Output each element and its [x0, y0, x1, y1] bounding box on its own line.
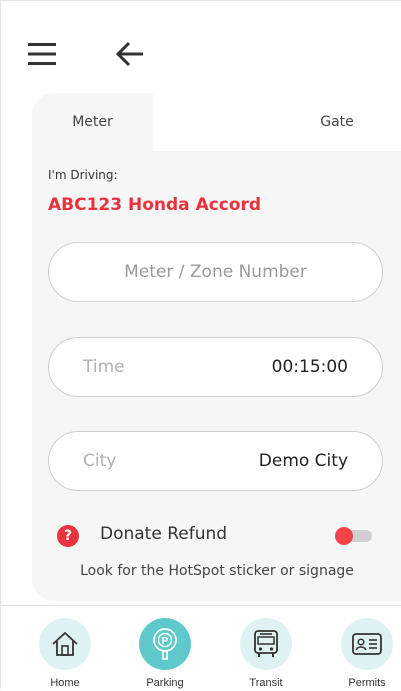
- home-icon: [39, 618, 91, 670]
- nav-item-parking[interactable]: P Parking: [125, 606, 205, 691]
- donate-refund-label: Donate Refund: [100, 524, 228, 544]
- parking-meter-icon: P: [139, 618, 191, 670]
- tab-gate[interactable]: Gate: [297, 93, 377, 151]
- toggle-knob: [335, 527, 353, 545]
- donate-refund-toggle[interactable]: [335, 527, 372, 545]
- nav-label-permits: Permits: [348, 677, 386, 689]
- nav-item-home[interactable]: Home: [25, 606, 105, 691]
- time-label: Time: [83, 357, 125, 377]
- tab-meter[interactable]: Meter: [32, 93, 153, 151]
- city-label: City: [83, 451, 117, 471]
- time-value: 00:15:00: [271, 357, 348, 377]
- nav-label-home: Home: [50, 677, 80, 689]
- time-selector[interactable]: Time 00:15:00: [48, 337, 383, 397]
- app-screen: Meter Gate I'm Driving: ABC123 Honda Acc…: [0, 0, 401, 690]
- hotspot-hint: Look for the HotSpot sticker or signage: [80, 563, 354, 579]
- selected-vehicle[interactable]: ABC123 Honda Accord: [48, 195, 261, 215]
- nav-item-permits[interactable]: Permits: [327, 606, 401, 691]
- question-icon[interactable]: ?: [57, 525, 79, 547]
- zone-number-field[interactable]: [48, 242, 383, 302]
- bottom-navigation: Home P Parking Transit Permits: [1, 605, 401, 690]
- nav-item-transit[interactable]: Transit: [226, 606, 306, 691]
- hamburger-menu-icon[interactable]: [28, 43, 56, 65]
- driving-label: I'm Driving:: [48, 168, 118, 182]
- city-value: Demo City: [258, 451, 348, 471]
- svg-text:P: P: [162, 636, 169, 647]
- city-selector[interactable]: City Demo City: [48, 431, 383, 491]
- arrow-left-icon[interactable]: [115, 41, 145, 67]
- bus-icon: [240, 618, 292, 670]
- zone-number-input[interactable]: [49, 243, 382, 301]
- id-card-icon: [341, 618, 393, 670]
- nav-label-transit: Transit: [249, 677, 283, 689]
- nav-label-parking: Parking: [146, 677, 184, 689]
